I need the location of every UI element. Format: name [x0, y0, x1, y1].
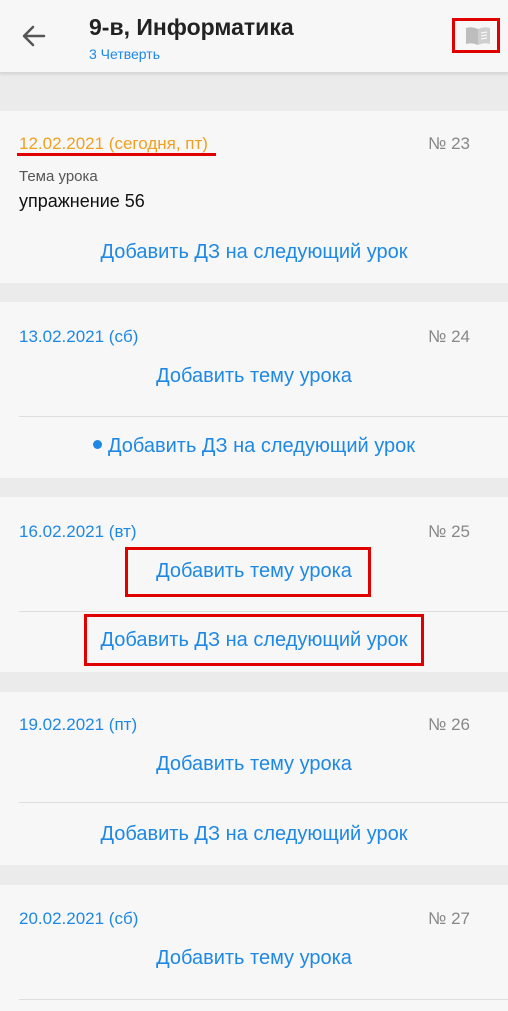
topic-value[interactable]: упражнение 56 [19, 191, 145, 212]
page-title: 9-в, Информатика [89, 14, 294, 40]
highlight-box [84, 614, 424, 666]
topic-label: Тема урока [19, 168, 98, 185]
lesson-card: 19.02.2021 (пт) № 26 Добавить тему урока… [0, 692, 508, 865]
add-homework-button[interactable]: Добавить ДЗ на следующий урок [0, 435, 508, 458]
lesson-number: № 27 [428, 909, 470, 928]
journal-button[interactable] [452, 18, 500, 53]
divider [19, 802, 508, 803]
lesson-date: 12.02.2021 (сегодня, пт) [19, 134, 208, 153]
lesson-card: 13.02.2021 (сб) № 24 Добавить тему урока… [0, 302, 508, 478]
divider [19, 611, 508, 612]
lesson-number: № 23 [428, 134, 470, 153]
highlight-box [125, 547, 371, 597]
highlight-underline [17, 153, 216, 156]
lesson-card: 12.02.2021 (сегодня, пт) № 23 Тема урока… [0, 111, 508, 283]
lesson-date: 19.02.2021 (пт) [19, 715, 138, 734]
arrow-left-icon[interactable] [20, 22, 48, 50]
divider [19, 999, 508, 1000]
lesson-card: 20.02.2021 (сб) № 27 Добавить тему урока [0, 885, 508, 1011]
lesson-number: № 25 [428, 522, 470, 541]
lesson-number: № 24 [428, 327, 470, 346]
book-icon [466, 27, 490, 45]
lesson-date: 13.02.2021 (сб) [19, 327, 139, 346]
term-subtitle[interactable]: 3 Четверть [89, 46, 160, 62]
lesson-number: № 26 [428, 715, 470, 734]
add-topic-button[interactable]: Добавить тему урока [0, 753, 508, 776]
add-topic-button[interactable]: Добавить тему урока [0, 947, 508, 970]
add-homework-button[interactable]: Добавить ДЗ на следующий урок [0, 241, 508, 264]
lesson-card: 16.02.2021 (вт) № 25 Добавить тему урока… [0, 497, 508, 672]
add-topic-button[interactable]: Добавить тему урока [0, 365, 508, 388]
lesson-date: 16.02.2021 (вт) [19, 522, 137, 541]
divider [19, 416, 508, 417]
add-homework-label: Добавить ДЗ на следующий урок [107, 435, 415, 457]
unread-dot-icon [92, 440, 102, 450]
lesson-date: 20.02.2021 (сб) [19, 909, 139, 928]
app-bar: 9-в, Информатика 3 Четверть [0, 0, 508, 73]
add-homework-button[interactable]: Добавить ДЗ на следующий урок [0, 823, 508, 846]
